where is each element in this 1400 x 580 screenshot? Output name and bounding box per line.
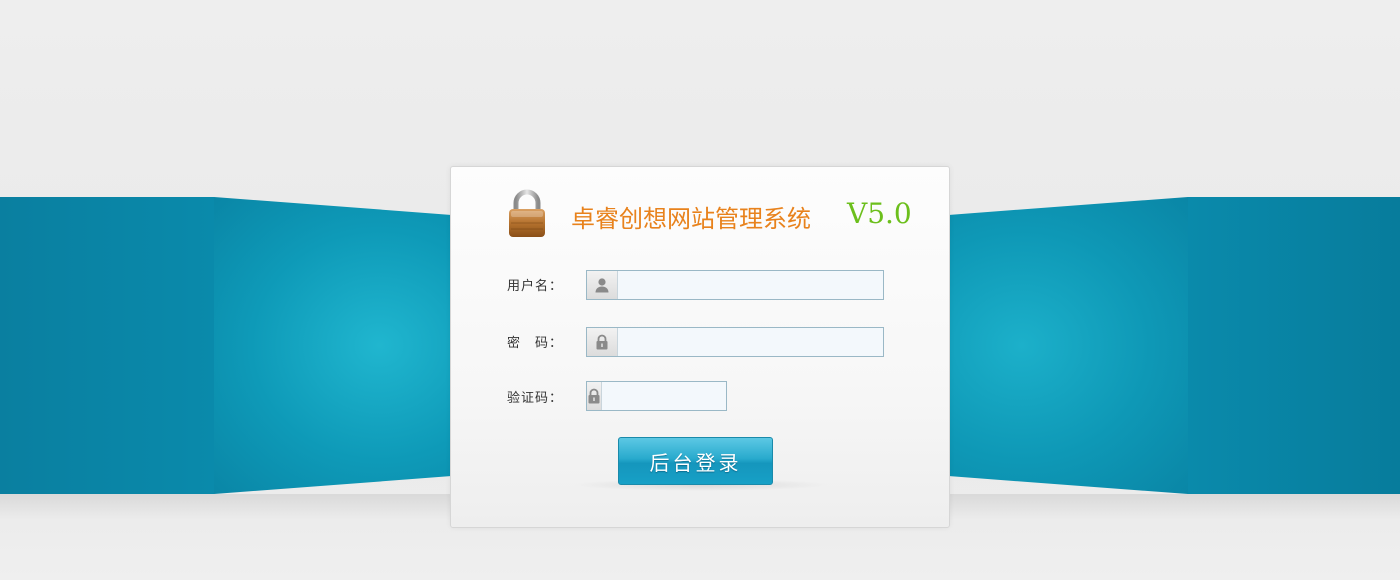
username-input[interactable]: [618, 271, 883, 299]
username-label: 用户名：: [507, 279, 564, 294]
padlock-icon: [509, 189, 545, 237]
user-icon: [587, 271, 618, 299]
login-button[interactable]: 后台登录: [618, 437, 773, 485]
version-label: V5.0: [847, 197, 912, 230]
page-title: 卓睿创想网站管理系统: [571, 205, 811, 233]
background-band-right-inner: [950, 197, 1188, 494]
background-band-left: [0, 197, 214, 494]
password-input[interactable]: [618, 328, 883, 356]
login-panel: 卓睿创想网站管理系统 V5.0 用户名： 密 码： 验证码： 后台登录: [450, 166, 950, 528]
background-band-left-inner: [214, 197, 450, 494]
background-band-right: [1188, 197, 1400, 494]
lock-icon: [587, 328, 618, 356]
captcha-input[interactable]: [602, 382, 784, 410]
lock-icon: [587, 382, 602, 410]
password-label: 密 码：: [507, 336, 564, 351]
username-field: [586, 270, 884, 300]
password-field: [586, 327, 884, 357]
captcha-field: [586, 381, 784, 411]
captcha-label: 验证码：: [507, 391, 564, 406]
